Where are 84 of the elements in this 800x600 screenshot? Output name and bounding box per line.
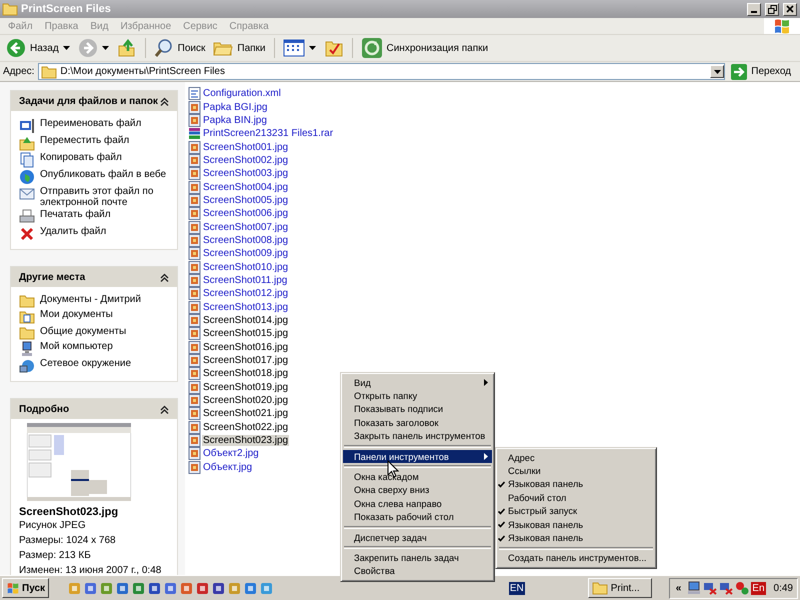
task-link[interactable]: Опубликовать файл в вебе: [19, 169, 171, 185]
task-link[interactable]: Удалить файл: [19, 226, 171, 242]
menu-item[interactable]: Окна сверху вниз: [343, 484, 492, 498]
file-item[interactable]: ScreenShot014.jpg: [202, 315, 290, 326]
file-item[interactable]: ScreenShot022.jpg: [202, 422, 290, 433]
menu-item[interactable]: Окна каскадом: [343, 470, 492, 484]
file-item[interactable]: Papka BGI.jpg: [202, 102, 268, 113]
file-item[interactable]: ScreenShot020.jpg: [202, 395, 290, 406]
tray-expand-button[interactable]: «: [672, 582, 686, 594]
clock: 0:49: [774, 582, 793, 594]
file-item[interactable]: ScreenShot011.jpg: [202, 274, 288, 286]
file-item[interactable]: ScreenShot003.jpg: [202, 168, 290, 180]
address-field[interactable]: D:\Мои документы\PrintScreen Files: [38, 63, 726, 80]
task-link[interactable]: Общие документы: [19, 326, 171, 340]
back-button[interactable]: Назад: [3, 37, 73, 59]
file-item[interactable]: ScreenShot017.jpg: [202, 355, 290, 366]
file-item[interactable]: ScreenShot006.jpg: [202, 208, 290, 220]
menu-item[interactable]: Закрыть панель инструментов: [343, 430, 492, 443]
taskbar-button[interactable]: Print...: [588, 578, 652, 598]
file-item[interactable]: ScreenShot004.jpg: [202, 182, 290, 193]
file-item[interactable]: ScreenShot010.jpg: [202, 262, 290, 273]
menu-item[interactable]: Показать заголовок: [343, 416, 492, 430]
menu-item[interactable]: Языковая панель: [498, 518, 654, 532]
file-item[interactable]: ScreenShot001.jpg: [202, 142, 290, 153]
detail-text: Изменен: 13 июня 2007 г., 0:48: [19, 564, 162, 577]
tray-language-indicator[interactable]: En: [751, 582, 766, 594]
panel-title: Другие места: [19, 272, 86, 282]
file-item[interactable]: ScreenShot018.jpg: [202, 368, 290, 380]
task-link[interactable]: Печатать файл: [19, 209, 171, 225]
task-link[interactable]: Отправить этот файл по электронной почте: [19, 186, 171, 208]
panel-title: Задачи для файлов и папок: [19, 96, 158, 106]
file-item[interactable]: ScreenShot016.jpg: [202, 342, 290, 353]
panel-title: Подробно: [19, 404, 70, 414]
task-link[interactable]: Мой компьютер: [19, 341, 171, 357]
file-type: Рисунок JPEG: [19, 519, 87, 532]
detail-text: Размеры: 1024 x 768: [19, 534, 117, 547]
file-item[interactable]: Papka BIN.jpg: [202, 114, 268, 126]
menu-item[interactable]: Рабочий стол: [498, 491, 654, 505]
file-item[interactable]: ScreenShot015.jpg: [202, 328, 290, 340]
file-item[interactable]: ScreenShot021.jpg: [202, 408, 290, 420]
file-item[interactable]: ScreenShot005.jpg: [202, 194, 290, 206]
file-item[interactable]: ScreenShot008.jpg: [202, 234, 290, 246]
menu-item[interactable]: Языковая панель: [498, 531, 654, 545]
file-name: ScreenShot023.jpg: [19, 506, 120, 519]
menu-item[interactable]: Панели инструментов: [343, 450, 492, 464]
task-link[interactable]: Мои документы: [19, 309, 171, 325]
detail-text: Размер: 213 КБ: [19, 549, 92, 562]
file-item[interactable]: ScreenShot013.jpg: [202, 302, 290, 313]
file-item[interactable]: PrintScreen213231 Files1.rar: [202, 128, 334, 140]
start-button[interactable]: Пуск: [2, 578, 50, 598]
file-item[interactable]: ScreenShot019.jpg: [202, 382, 290, 393]
file-item[interactable]: Configuration.xml: [202, 88, 282, 100]
file-item[interactable]: ScreenShot009.jpg: [202, 248, 290, 260]
menu-item[interactable]: Диспетчер задач: [343, 530, 492, 544]
search-button[interactable]: Поиск: [150, 37, 208, 59]
file-item[interactable]: Объект.jpg: [202, 462, 254, 473]
address-label: Адрес:: [3, 66, 34, 77]
file-item[interactable]: ScreenShot012.jpg: [202, 288, 290, 300]
language-indicator[interactable]: EN: [508, 582, 525, 594]
sync-button[interactable]: Синхронизация папки: [358, 36, 492, 60]
task-link[interactable]: Переименовать файл: [19, 118, 171, 134]
menu-item[interactable]: Адрес: [498, 451, 654, 464]
menu-item[interactable]: Свойства: [343, 564, 492, 578]
file-item[interactable]: ScreenShot002.jpg: [202, 154, 290, 166]
file-item[interactable]: ScreenShot007.jpg: [202, 222, 290, 233]
task-link[interactable]: Документы - Дмитрий: [19, 294, 171, 308]
menu-item[interactable]: Ссылки: [498, 464, 654, 478]
task-link[interactable]: Переместить файл: [19, 135, 171, 151]
menu-item[interactable]: Окна слева направо: [343, 497, 492, 511]
menu-item[interactable]: Языковая панель: [498, 478, 654, 492]
window-title: PrintScreen Files: [21, 3, 112, 15]
menu-item[interactable]: Показать рабочий стол: [343, 510, 492, 524]
menu-item[interactable]: Вид: [343, 376, 492, 390]
menu-item[interactable]: Открыть папку: [343, 389, 492, 403]
menu-item[interactable]: Закрепить панель задач: [343, 551, 492, 565]
file-item[interactable]: ScreenShot023.jpg: [202, 435, 290, 446]
task-link[interactable]: Сетевое окружение: [19, 358, 171, 374]
file-item[interactable]: Объект2.jpg: [202, 448, 260, 460]
go-button[interactable]: Переход: [729, 64, 797, 80]
menu-item[interactable]: Быстрый запуск: [498, 504, 654, 518]
task-link[interactable]: Копировать файл: [19, 152, 171, 168]
menu-item[interactable]: Создать панель инструментов...: [498, 552, 654, 566]
menu-item[interactable]: Показывать подписи: [343, 402, 492, 416]
folders-button[interactable]: Папки: [210, 37, 268, 59]
